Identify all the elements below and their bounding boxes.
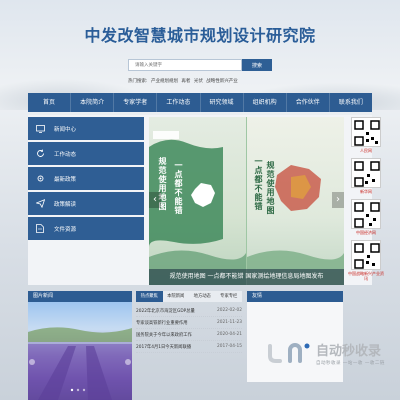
refresh-icon [35,149,45,159]
news-title[interactable]: 2017年4月1日今天新闻联播 [136,344,191,350]
hot-search-term[interactable]: 光伏 [194,79,203,84]
news-row[interactable]: 专家谈高铁新行业重要作用 2021-11-23 [136,317,242,329]
hot-search-term[interactable]: 产业规划规划 [151,79,178,84]
tab-expert-column[interactable]: 专家专栏 [216,291,243,302]
qr-code-icon[interactable] [351,158,381,188]
nav-item-about[interactable]: 本院简介 [71,93,115,112]
news-date: 2021-11-23 [217,320,242,325]
side-item-label: 最新政策 [54,176,77,183]
hot-search-term[interactable]: 战略性新兴产业 [206,79,238,84]
tab-local-news[interactable]: 地方动态 [189,291,216,302]
gear-icon [35,174,45,184]
side-menu: 新闻中心 工作动态 最新政策 政策解读 文件资源 [28,117,144,241]
document-icon [35,224,45,234]
banner-map-right: 一点都不能错 规范使用地图 [247,117,344,285]
search-button[interactable]: 搜索 [242,59,272,71]
send-icon [35,199,45,209]
news-list: 2022年北京市海淀区GDP总量 2022-02-02 专家谈高铁新行业重要作用… [136,305,242,353]
monitor-icon [35,124,45,134]
search-bar: 搜索 [128,59,272,71]
side-item-work-news[interactable]: 工作动态 [28,142,144,165]
site-title: 中发改智慧城市规划设计研究院 [84,26,316,45]
qr-label: 新华网 [360,189,372,194]
tab-institute-news[interactable]: 本院新闻 [163,291,190,302]
banner-map-left: 规范使用地图 一点都不能错 [149,117,246,285]
banner-caption[interactable]: 规范使用地图 一点都不能错 国家测绘地理信息局地图发布 [149,269,344,285]
banner-right-text-2: 规范使用地图 [266,161,275,215]
qr-code-icon[interactable] [351,117,381,147]
photo-news-image[interactable] [28,302,132,400]
side-item-label: 政策解读 [54,201,77,208]
news-row[interactable]: 2017年4月1日今天新闻联播 2017-04-15 [136,341,242,353]
hot-search-label: 热门搜索: [128,79,148,84]
banner-prev-arrow[interactable]: ‹ [149,192,161,208]
main-nav: 首页 本院简介 专家学者 工作动态 研究领域 组织机构 合作伙伴 联系我们 [28,93,372,112]
news-title[interactable]: 国务院关于今年以来政府工作 [136,332,192,338]
qr-label: 中国经济网 [356,230,376,235]
news-date: 2017-04-15 [217,344,242,349]
side-item-policy-interpretation[interactable]: 政策解读 [28,192,144,215]
nav-item-research[interactable]: 研究领域 [201,93,244,112]
side-item-news-center[interactable]: 新闻中心 [28,117,144,140]
nav-item-organization[interactable]: 组织机构 [244,93,287,112]
banner-next-arrow[interactable]: › [332,192,344,208]
watermark-subtitle: 自动秒收录 一站一收 一收二链 [316,361,385,366]
banner-right-text-1: 一点都不能错 [254,157,263,211]
side-item-latest-policy[interactable]: 最新政策 [28,167,144,190]
nav-item-work-news[interactable]: 工作动态 [157,93,201,112]
hot-search: 热门搜索: 产业规划规划 再者 光伏 战略性新兴产业 [128,78,240,84]
banner-carousel[interactable]: 规范使用地图 一点都不能错 一点都不能错 规范使用地图 ‹ › 规范使用地图 一… [149,117,344,285]
photo-news-header: 图片新闻 [28,291,132,302]
qr-label: 人民网 [360,148,372,153]
friends-header: 友情 [247,291,343,302]
side-item-file-resources[interactable]: 文件资源 [28,217,144,240]
news-title[interactable]: 2022年北京市海淀区GDP总量 [136,308,195,314]
qr-code-icon[interactable] [351,240,381,270]
banner-left-text-1: 一点都不能错 [174,161,183,215]
watermark-title: 自动秒收录 [316,344,382,359]
side-item-label: 工作动态 [54,151,77,158]
news-date: 2020-04-21 [217,332,242,337]
nav-item-contact[interactable]: 联系我们 [330,93,372,112]
qr-code-icon[interactable] [351,199,381,229]
news-title[interactable]: 专家谈高铁新行业重要作用 [136,320,188,326]
news-tabs: 热点聚焦 本院新闻 地方动态 专家专栏 [136,291,242,302]
nav-item-experts[interactable]: 专家学者 [114,93,158,112]
side-item-label: 新闻中心 [54,126,77,133]
hot-search-term[interactable]: 再者 [181,79,190,84]
qr-column: 人民网 新华网 中国经济网 中国战略新兴产业资讯 [348,117,384,286]
side-item-label: 文件资源 [54,226,77,233]
watermark: 自动秒收录 自动秒收录 一站一收 一收二链 [266,340,385,366]
watermark-logo-icon [266,342,310,364]
tab-hot-focus[interactable]: 热点聚焦 [136,291,163,302]
news-row[interactable]: 2022年北京市海淀区GDP总量 2022-02-02 [136,305,242,317]
nav-item-partners[interactable]: 合作伙伴 [287,93,330,112]
nav-item-home[interactable]: 首页 [28,93,72,112]
news-date: 2022-02-02 [217,308,242,313]
search-input[interactable] [128,59,242,71]
qr-label: 中国战略新兴产业资讯 [348,271,384,281]
news-row[interactable]: 国务院关于今年以来政府工作 2020-04-21 [136,329,242,341]
